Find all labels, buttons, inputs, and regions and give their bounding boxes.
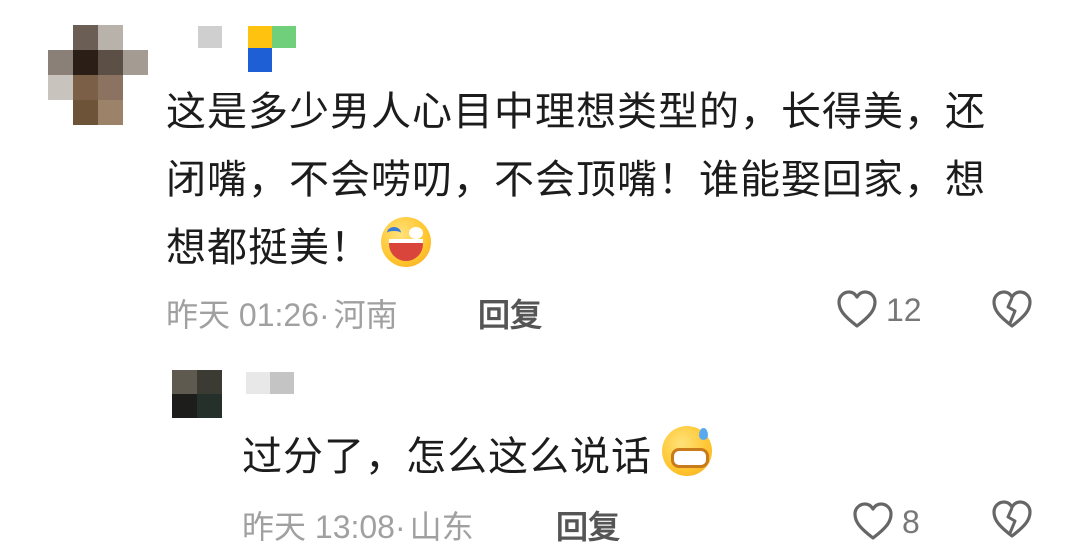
grinning-sweat-emoji-icon — [662, 426, 712, 476]
reply-button[interactable]: 回复 — [556, 502, 620, 548]
heart-outline-icon — [853, 502, 893, 540]
timestamp: 昨天 01:26 — [166, 297, 319, 333]
username[interactable] — [198, 26, 296, 48]
broken-heart-icon — [992, 290, 1032, 328]
comment-text: 这是多少男人心目中理想类型的，长得美，还 闭嘴，不会唠叨，不会顶嘴！谁能娶回家，… — [166, 89, 986, 271]
like-button[interactable]: 8 — [852, 502, 920, 542]
timestamp: 昨天 13:08 — [242, 509, 395, 545]
avatar[interactable] — [48, 25, 148, 125]
username[interactable] — [246, 372, 294, 394]
location: 河南 — [333, 297, 398, 333]
avatar[interactable] — [172, 370, 222, 418]
location: 山东 — [409, 509, 474, 545]
reply-meta: 昨天 13:08· 山东 — [242, 509, 474, 545]
username-badge — [248, 48, 272, 72]
heart-outline-icon — [837, 290, 877, 328]
like-button[interactable]: 12 — [836, 290, 922, 330]
reply-text: 过分了，怎么这么说话 — [242, 423, 742, 491]
dislike-button[interactable] — [990, 500, 1034, 540]
laugh-crying-emoji-icon — [381, 217, 431, 267]
reply-button[interactable]: 回复 — [478, 290, 542, 336]
broken-heart-icon — [992, 500, 1032, 538]
like-count: 12 — [886, 291, 922, 328]
dislike-button[interactable] — [990, 290, 1034, 330]
comment-meta: 昨天 01:26· 河南 — [166, 297, 398, 333]
like-count: 8 — [902, 503, 920, 540]
